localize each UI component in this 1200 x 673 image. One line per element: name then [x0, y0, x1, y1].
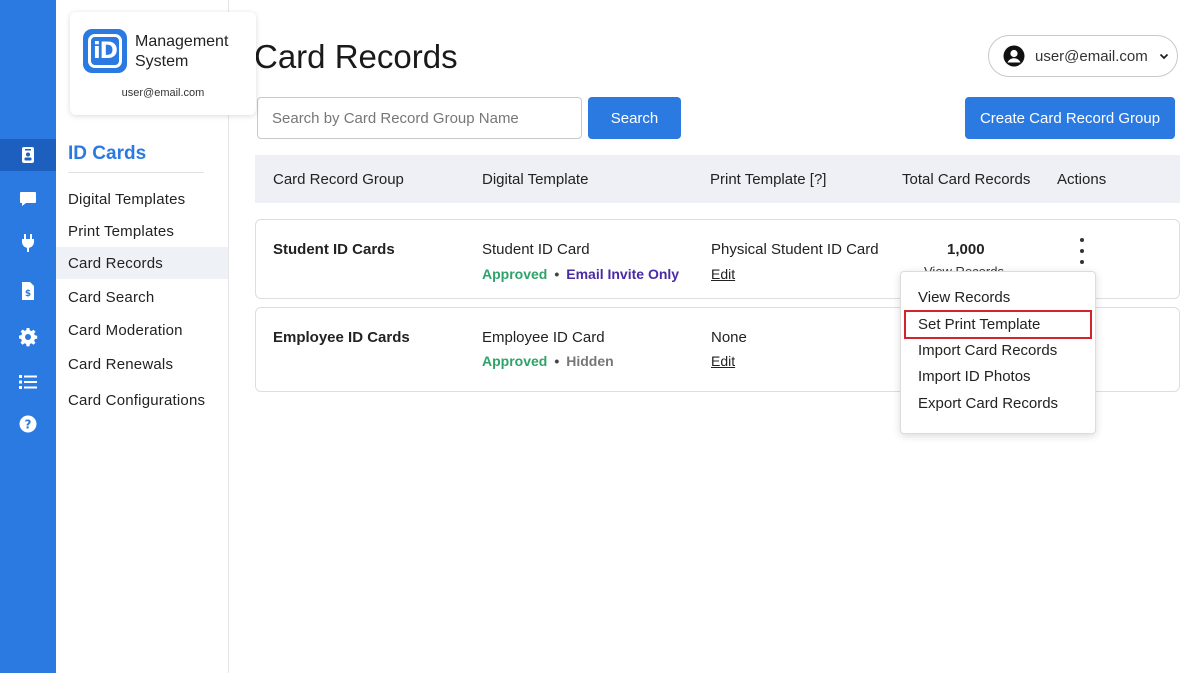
invoice-icon: $: [22, 282, 34, 300]
rail-messages[interactable]: [0, 183, 56, 215]
rail-help[interactable]: ?: [0, 408, 56, 440]
section-title: ID Cards: [68, 143, 147, 164]
sidebar-item-digital-templates[interactable]: Digital Templates: [56, 183, 228, 215]
status-badge: Approved: [482, 266, 548, 282]
template-status: Approved • Hidden: [482, 353, 614, 369]
svg-text:?: ?: [25, 418, 32, 432]
row-actions-menu: View Records Set Print Template Import C…: [900, 271, 1096, 434]
logo-mark: iD: [88, 34, 122, 68]
rail-billing[interactable]: $: [0, 275, 56, 307]
id-badge-icon: [22, 147, 34, 163]
brand-name: Management System: [135, 33, 229, 70]
sidebar-item-card-configurations[interactable]: Card Configurations: [56, 384, 228, 416]
brand-user-email: user@email.com: [121, 87, 205, 99]
print-template-name: Physical Student ID Card: [711, 241, 879, 258]
help-icon: ?: [19, 415, 37, 433]
user-email: user@email.com: [1035, 47, 1148, 65]
access-badge: Hidden: [566, 353, 614, 369]
kebab-dot-icon: [1080, 260, 1084, 264]
icon-rail: $ ?: [0, 0, 56, 673]
svg-text:$: $: [25, 289, 31, 299]
sidebar-item-card-records[interactable]: Card Records: [56, 247, 228, 279]
group-name: Student ID Cards: [273, 241, 395, 258]
rail-settings[interactable]: [0, 321, 56, 353]
list-icon: [19, 375, 37, 389]
menu-item-set-print-template[interactable]: Set Print Template: [918, 316, 1040, 333]
gear-icon: [19, 328, 38, 347]
logo: iD: [83, 29, 127, 73]
row-actions-button[interactable]: [1072, 238, 1092, 264]
template-status: Approved • Email Invite Only: [482, 266, 679, 282]
user-avatar-icon: [1003, 45, 1025, 67]
group-name: Employee ID Cards: [273, 329, 410, 346]
brand-card: iD Management System user@email.com: [70, 12, 256, 115]
column-header-digital-template: Digital Template: [482, 170, 589, 188]
sidebar-item-card-moderation[interactable]: Card Moderation: [56, 314, 228, 346]
table-header: Card Record Group Digital Template Print…: [255, 155, 1180, 203]
edit-print-template-link[interactable]: Edit: [711, 353, 735, 369]
rail-lists[interactable]: [0, 366, 56, 398]
search-input[interactable]: [257, 97, 582, 139]
menu-item-export-card-records[interactable]: Export Card Records: [918, 395, 1058, 412]
chevron-down-icon: [1159, 53, 1168, 60]
section-divider: [68, 172, 204, 173]
sidebar-item-card-renewals[interactable]: Card Renewals: [56, 348, 228, 380]
create-card-record-group-button[interactable]: Create Card Record Group: [965, 97, 1175, 139]
menu-item-import-card-records[interactable]: Import Card Records: [918, 342, 1057, 359]
total-card-records: 1,000: [947, 241, 985, 258]
sidebar-item-card-search[interactable]: Card Search: [56, 281, 228, 313]
access-badge: Email Invite Only: [566, 266, 680, 282]
kebab-dot-icon: [1080, 238, 1084, 242]
column-header-group: Card Record Group: [273, 170, 404, 188]
column-header-print-template[interactable]: Print Template [?]: [710, 155, 826, 203]
column-header-total: Total Card Records: [902, 170, 1031, 188]
sidebar: iD Management System user@email.com ID C…: [56, 0, 256, 673]
edit-print-template-link[interactable]: Edit: [711, 266, 735, 282]
search-button[interactable]: Search: [588, 97, 681, 139]
digital-template-name: Student ID Card: [482, 241, 590, 258]
separator-dot: •: [554, 353, 560, 369]
menu-item-view-records[interactable]: View Records: [918, 289, 1010, 306]
status-badge: Approved: [482, 353, 548, 369]
menu-item-import-id-photos[interactable]: Import ID Photos: [918, 368, 1031, 385]
digital-template-name: Employee ID Card: [482, 329, 605, 346]
kebab-dot-icon: [1080, 249, 1084, 253]
sidebar-item-print-templates[interactable]: Print Templates: [56, 215, 228, 247]
separator-dot: •: [554, 266, 560, 282]
rail-integrations[interactable]: [0, 227, 56, 259]
user-menu[interactable]: user@email.com: [988, 35, 1178, 77]
page-title: Card Records: [254, 38, 458, 75]
chat-icon: [20, 192, 36, 206]
plug-icon: [22, 234, 34, 252]
column-header-actions: Actions: [1057, 170, 1107, 188]
print-template-name: None: [711, 329, 747, 346]
rail-id-cards[interactable]: [0, 139, 56, 171]
